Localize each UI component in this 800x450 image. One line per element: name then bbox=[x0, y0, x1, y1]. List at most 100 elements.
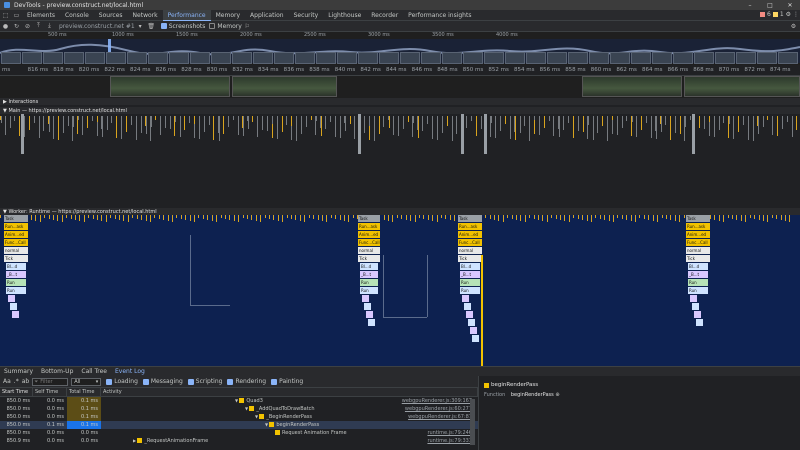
flame-frame[interactable] bbox=[362, 295, 369, 302]
flame-frame[interactable]: normal bbox=[358, 247, 380, 254]
flame-task[interactable]: Task bbox=[458, 215, 482, 222]
flame-frame[interactable] bbox=[364, 303, 371, 310]
flame-frame[interactable]: Bl...d bbox=[688, 263, 708, 270]
tab-elements[interactable]: Elements bbox=[22, 10, 60, 21]
column-header[interactable]: Activity bbox=[101, 388, 478, 397]
flame-frame[interactable]: Bl...d bbox=[360, 263, 378, 270]
flame-frame[interactable] bbox=[10, 303, 17, 310]
flame-frame[interactable]: Tick bbox=[686, 255, 710, 262]
column-header[interactable]: Start Time bbox=[0, 388, 33, 397]
tab-bottom-up[interactable]: Bottom-Up bbox=[37, 367, 77, 377]
regex-icon[interactable]: .* bbox=[14, 378, 19, 385]
screenshot-thumbnail[interactable] bbox=[110, 76, 230, 97]
flame-frame[interactable] bbox=[368, 319, 375, 326]
filter-messaging-checkbox[interactable]: Messaging bbox=[142, 378, 183, 385]
flame-frame[interactable]: Anim...ed bbox=[358, 231, 380, 238]
source-link[interactable]: webgpuRenderer.js:67:87 bbox=[408, 413, 472, 421]
worker-flame-chart[interactable]: Task Run...ask Anim...ed Func...Call normal T… bbox=[0, 215, 800, 366]
tab-performance-insights[interactable]: Performance insights bbox=[403, 10, 476, 21]
garbage-icon[interactable]: 🗑 bbox=[146, 21, 157, 32]
settings-icon[interactable]: ⚙ bbox=[786, 11, 791, 18]
match-word-icon[interactable]: ab bbox=[22, 378, 30, 385]
profile-select[interactable]: preview.construct.net #1 bbox=[59, 23, 135, 30]
column-header[interactable]: Total Time bbox=[67, 388, 101, 397]
table-row[interactable]: 850.0 ms 0.0 ms 0.1 ms ▼ _AddQuadToDrawBatc… bbox=[0, 405, 478, 413]
flame-frame[interactable]: Func...Call bbox=[686, 239, 710, 246]
record-icon[interactable]: ● bbox=[0, 21, 11, 32]
inspect-icon[interactable]: ⬚ bbox=[0, 10, 11, 21]
flame-frame[interactable]: Run...ask bbox=[4, 223, 28, 230]
flame-frame[interactable]: Bl...d bbox=[460, 263, 480, 270]
flame-task[interactable]: Task bbox=[358, 215, 380, 222]
flame-frame[interactable]: Run bbox=[688, 279, 708, 286]
column-header[interactable]: Self Time bbox=[33, 388, 67, 397]
main-thread-track[interactable] bbox=[0, 114, 800, 208]
close-icon[interactable]: ✕ bbox=[780, 0, 800, 10]
flame-frame[interactable] bbox=[692, 303, 699, 310]
tab-summary[interactable]: Summary bbox=[0, 367, 37, 377]
flame-frame[interactable]: Run bbox=[460, 287, 480, 294]
filter-painting-checkbox[interactable]: Painting bbox=[271, 378, 303, 385]
screenshot-thumbnail[interactable] bbox=[232, 76, 337, 97]
warning-count[interactable]: 1 bbox=[780, 11, 784, 18]
tab-console[interactable]: Console bbox=[60, 10, 94, 21]
source-link[interactable]: webgpuRenderer.js:60:277 bbox=[405, 405, 472, 413]
tab-application[interactable]: Application bbox=[245, 10, 289, 21]
flame-frame[interactable]: Func...Call bbox=[358, 239, 380, 246]
flame-frame[interactable]: Tick bbox=[358, 255, 380, 262]
flame-frame[interactable]: Run bbox=[688, 287, 708, 294]
table-row[interactable]: 850.0 ms 0.0 ms 0.0 ms Request Animation Fr… bbox=[0, 429, 478, 437]
capture-settings-icon[interactable]: ⚙ bbox=[788, 21, 799, 32]
source-link[interactable]: runtime.js:79:246 bbox=[427, 429, 472, 437]
flame-frame[interactable]: normal bbox=[458, 247, 482, 254]
download-icon[interactable]: ⤓ bbox=[44, 21, 55, 32]
tab-memory[interactable]: Memory bbox=[211, 10, 245, 21]
filter-loading-checkbox[interactable]: Loading bbox=[106, 378, 138, 385]
flame-frame[interactable]: normal bbox=[686, 247, 710, 254]
filter-input[interactable]: ⏷ Filter bbox=[32, 377, 69, 386]
source-link[interactable]: webgpuRenderer.js:309:167 bbox=[402, 397, 472, 405]
tab-call-tree[interactable]: Call Tree bbox=[77, 367, 111, 377]
flame-frame[interactable]: _B...t bbox=[6, 271, 26, 278]
flame-task[interactable]: Task bbox=[4, 215, 28, 222]
screenshot-thumbnail[interactable] bbox=[582, 76, 682, 97]
flame-frame[interactable] bbox=[468, 319, 475, 326]
filter-scripting-checkbox[interactable]: Scripting bbox=[187, 378, 222, 385]
table-row[interactable]: 850.0 ms 0.0 ms 0.1 ms ▼ _BeginRenderPass we… bbox=[0, 413, 478, 421]
flame-frame[interactable]: Anim...ed bbox=[458, 231, 482, 238]
filter-rendering-checkbox[interactable]: Rendering bbox=[227, 378, 266, 385]
flame-frame[interactable] bbox=[472, 335, 479, 342]
flame-frame[interactable]: normal bbox=[4, 247, 28, 254]
chevron-down-icon[interactable]: ▾ bbox=[135, 21, 146, 32]
flame-frame[interactable] bbox=[462, 295, 469, 302]
source-link[interactable]: runtime.js:79:331 bbox=[427, 437, 472, 445]
flame-frame[interactable] bbox=[366, 311, 373, 318]
flame-frame[interactable] bbox=[696, 319, 703, 326]
maximize-icon[interactable]: □ bbox=[760, 0, 780, 10]
screenshots-checkbox[interactable]: Screenshots bbox=[160, 23, 205, 30]
flame-frame[interactable]: Run bbox=[6, 287, 26, 294]
flame-frame[interactable]: Anim...ed bbox=[4, 231, 28, 238]
tab-performance[interactable]: Performance bbox=[162, 9, 211, 21]
minimize-icon[interactable]: – bbox=[740, 0, 760, 10]
flame-frame[interactable]: _B...t bbox=[688, 271, 708, 278]
flame-frame[interactable] bbox=[690, 295, 697, 302]
clear-icon[interactable]: ⊘ bbox=[22, 21, 33, 32]
upload-icon[interactable]: ⤒ bbox=[33, 21, 44, 32]
memory-checkbox[interactable]: Memory bbox=[209, 23, 242, 30]
flame-frame[interactable]: Tick bbox=[4, 255, 28, 262]
flame-frame[interactable] bbox=[464, 303, 471, 310]
flame-frame[interactable] bbox=[694, 311, 701, 318]
flame-frame[interactable]: _B...t bbox=[360, 271, 378, 278]
error-count[interactable]: 6 bbox=[767, 11, 771, 18]
flame-frame[interactable] bbox=[466, 311, 473, 318]
main-track-header[interactable]: ▼ Main — https://preview.construct.net/l… bbox=[0, 107, 800, 114]
table-scrollbar[interactable] bbox=[470, 399, 475, 445]
flame-frame[interactable]: Run...ask bbox=[358, 223, 380, 230]
worker-track-header[interactable]: ▼ Worker: Runtime — https://preview.cons… bbox=[0, 208, 800, 215]
tab-sources[interactable]: Sources bbox=[94, 10, 128, 21]
more-options-icon[interactable]: ⋮ bbox=[793, 11, 799, 18]
device-toolbar-icon[interactable]: ▭ bbox=[11, 10, 22, 21]
flame-frame[interactable]: Run...ask bbox=[458, 223, 482, 230]
flame-frame[interactable]: _B...t bbox=[460, 271, 480, 278]
